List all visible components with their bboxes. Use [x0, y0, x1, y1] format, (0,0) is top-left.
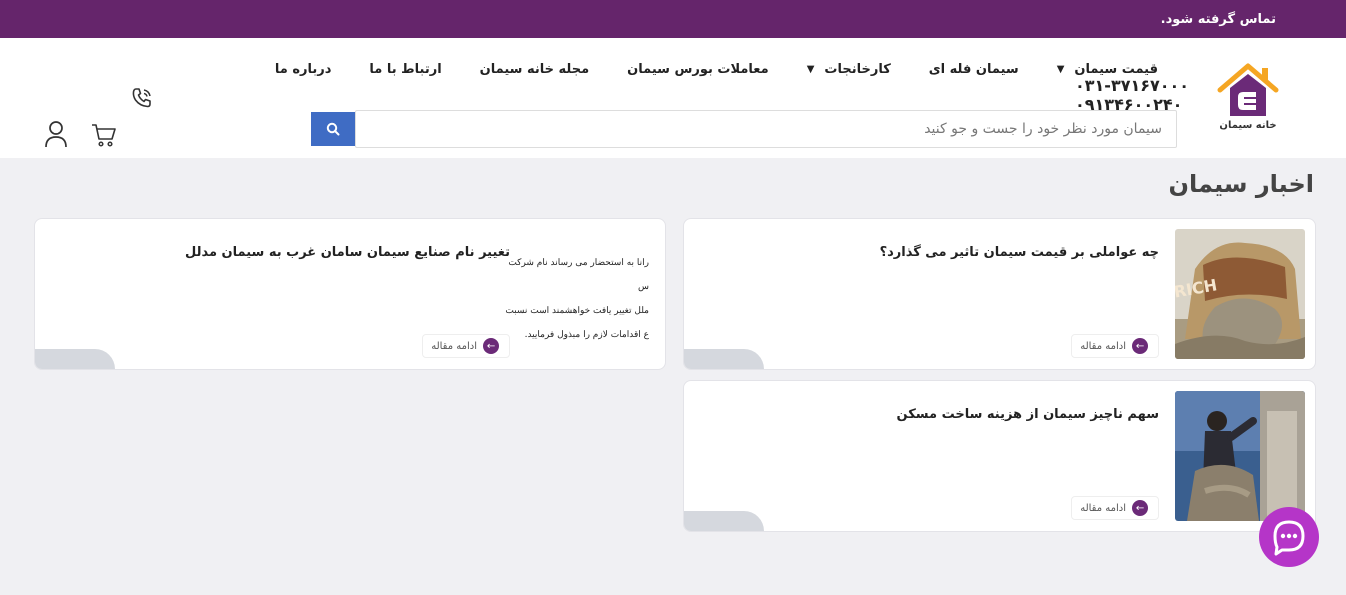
document-text: رانا به استحضار می رساند نام شرکت صنایع …: [505, 251, 649, 347]
nav-item-exchange[interactable]: معاملات بورس سیمان: [589, 62, 769, 77]
main-nav: قیمت سیمان ▼ سیمان فله ای کارخانجات ▼ مع…: [237, 62, 1158, 77]
article-image-document[interactable]: رانا به استحضار می رساند نام شرکت صنایع …: [505, 229, 655, 359]
phone-icon[interactable]: [130, 86, 154, 114]
nav-item-label: مجله خانه سیمان: [479, 62, 590, 77]
nav-item-bulk-cement[interactable]: سیمان فله ای: [891, 62, 1019, 77]
nav-item-label: قیمت سیمان: [1074, 62, 1158, 77]
arrow-left-icon: ←: [1132, 500, 1148, 516]
article-title[interactable]: چه عواملی بر قیمت سیمان تاثیر می گذارد؟: [880, 245, 1159, 260]
site-header: خانه سیمان قیمت سیمان ▼ سیمان فله ای کار…: [0, 38, 1346, 158]
nav-item-about[interactable]: درباره ما: [237, 62, 332, 77]
nav-item-label: سیمان فله ای: [928, 62, 1019, 77]
search-button[interactable]: [311, 112, 355, 146]
nav-item-label: درباره ما: [274, 62, 332, 77]
nav-item-label: ارتباط با ما: [369, 62, 442, 77]
arrow-left-icon: ←: [1132, 338, 1148, 354]
phone-number-office[interactable]: ۰۳۱-۳۷۱۶۷۰۰۰: [1075, 76, 1189, 95]
search-input[interactable]: [355, 110, 1177, 148]
nav-item-contact[interactable]: ارتباط با ما: [331, 62, 441, 77]
article-card[interactable]: رانا به استحضار می رساند نام شرکت صنایع …: [34, 218, 666, 370]
user-account-icon[interactable]: [44, 120, 68, 152]
article-title[interactable]: تغییر نام صنایع سیمان سامان غرب به سیمان…: [185, 245, 510, 260]
nav-item-factories[interactable]: کارخانجات ▼: [769, 62, 891, 77]
house-logo-icon: [1217, 63, 1279, 116]
article-image-cement-bags[interactable]: RICH: [1175, 229, 1305, 359]
article-title[interactable]: سهم ناچیز سیمان از هزینه ساخت مسکن: [897, 407, 1159, 422]
read-more-button[interactable]: ← ادامه مقاله: [1071, 496, 1159, 520]
site-logo[interactable]: خانه سیمان: [1214, 62, 1282, 131]
cart-icon[interactable]: [90, 122, 118, 152]
search-bar: [301, 110, 1177, 148]
document-line: رانا به استحضار می رساند نام شرکت صنایع …: [505, 258, 649, 292]
article-card[interactable]: سهم ناچیز سیمان از هزینه ساخت مسکن ← ادا…: [683, 380, 1316, 532]
article-card[interactable]: RICH چه عواملی بر قیمت سیمان تاثیر می گذ…: [683, 218, 1316, 370]
document-line: ملل تغییر یافت خواهشمند است نسبت به: [505, 306, 649, 316]
section-title: اخبار سیمان: [1168, 170, 1315, 198]
read-more-label: ادامه مقاله: [1080, 340, 1126, 352]
read-more-button[interactable]: ← ادامه مقاله: [1071, 334, 1159, 358]
nav-item-label: معاملات بورس سیمان: [627, 62, 769, 77]
search-icon: [326, 122, 340, 136]
card-corner-decoration: [684, 511, 764, 531]
nav-item-magazine[interactable]: مجله خانه سیمان: [442, 62, 589, 77]
chat-widget-button[interactable]: [1259, 507, 1319, 567]
nav-item-cement-price[interactable]: قیمت سیمان ▼: [1019, 62, 1158, 77]
read-more-label: ادامه مقاله: [1080, 502, 1126, 514]
card-corner-decoration: [684, 349, 764, 369]
read-more-button[interactable]: ← ادامه مقاله: [422, 334, 510, 358]
chevron-down-icon: ▼: [1056, 64, 1065, 75]
top-announcement-text[interactable]: تماس گرفته شود.: [1161, 12, 1276, 27]
chevron-down-icon: ▼: [806, 64, 815, 75]
top-announcement-bar: تماس گرفته شود.: [0, 0, 1346, 38]
arrow-left-icon: ←: [483, 338, 499, 354]
logo-text: خانه سیمان: [1219, 120, 1277, 131]
nav-item-label: کارخانجات: [824, 62, 891, 77]
phone-number-mobile[interactable]: ۰۹۱۳۴۶۰۰۲۴۰: [1075, 95, 1189, 114]
chat-icon: [1273, 520, 1305, 556]
read-more-label: ادامه مقاله: [431, 340, 477, 352]
card-corner-decoration: [35, 349, 115, 369]
document-line: ع اقدامات لازم را مبذول فرمایید.: [524, 330, 649, 340]
article-image-construction-worker[interactable]: [1175, 391, 1305, 521]
contact-phones: ۰۳۱-۳۷۱۶۷۰۰۰ ۰۹۱۳۴۶۰۰۲۴۰: [1075, 76, 1189, 114]
